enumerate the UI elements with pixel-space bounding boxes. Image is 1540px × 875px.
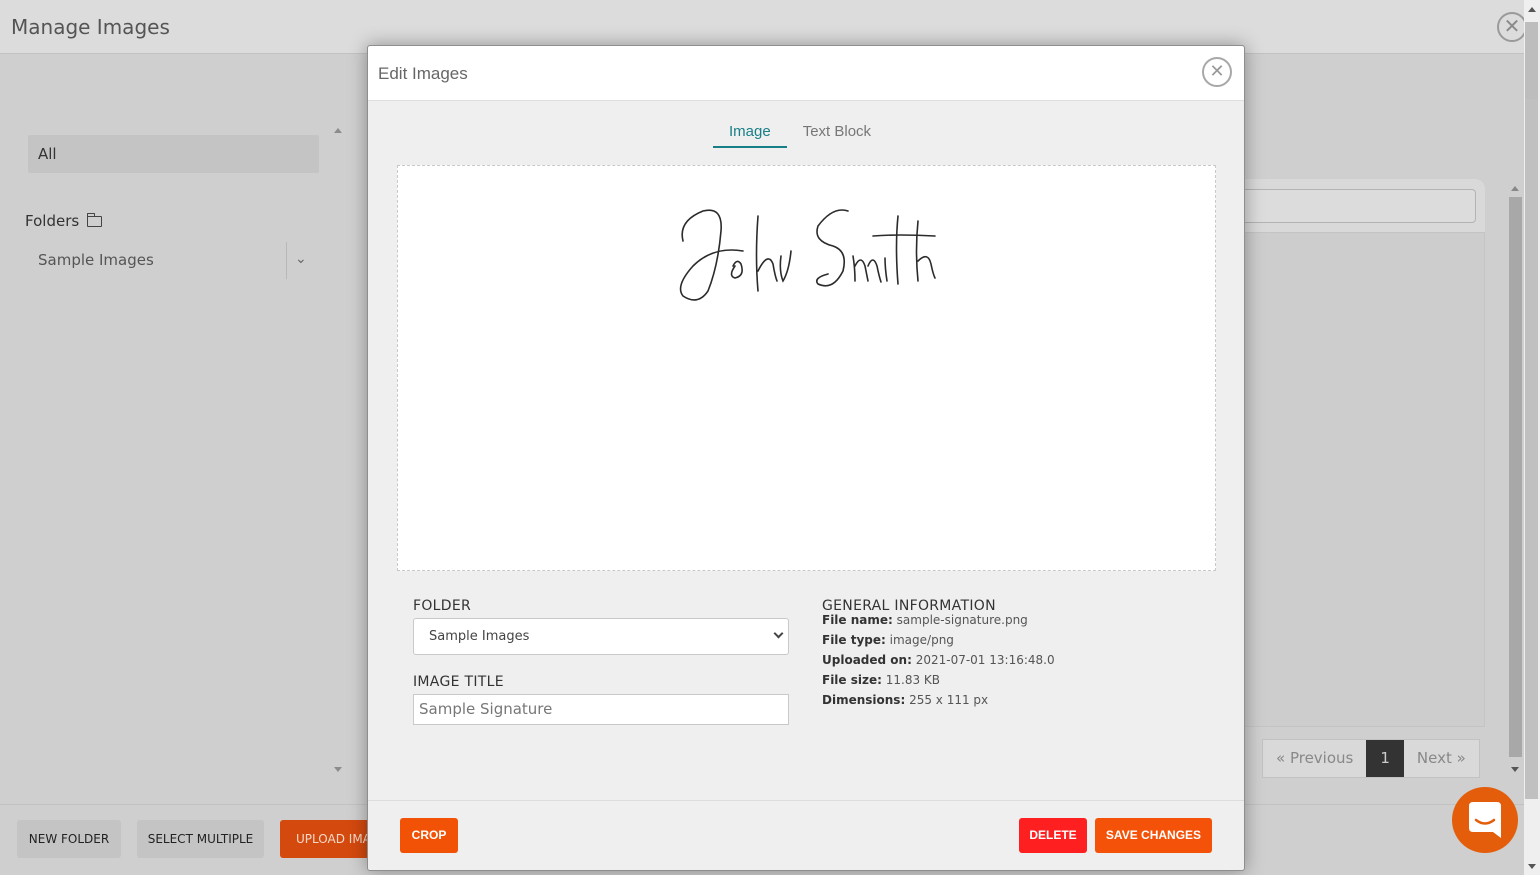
- close-icon: ✕: [1209, 61, 1225, 82]
- info-file-type: File type: image/png: [822, 633, 954, 647]
- pagination: « Previous 1 Next »: [1262, 739, 1480, 778]
- modal-tabs: Image Text Block: [713, 123, 887, 148]
- divider: [286, 242, 287, 279]
- divider: [1230, 726, 1485, 727]
- tab-image[interactable]: Image: [713, 123, 787, 148]
- sidebar-item-all[interactable]: All: [28, 135, 319, 173]
- scroll-track[interactable]: [1525, 99, 1538, 799]
- select-multiple-button[interactable]: SELECT MULTIPLE: [137, 820, 264, 858]
- pagination-page[interactable]: 1: [1366, 740, 1404, 777]
- scroll-up-arrow[interactable]: [1528, 7, 1536, 12]
- tab-text-block[interactable]: Text Block: [787, 123, 887, 148]
- image-title-input[interactable]: Sample Signature: [413, 694, 789, 725]
- scroll-thumb[interactable]: [1525, 22, 1538, 99]
- folder-icon: [86, 212, 103, 227]
- modal-close-button[interactable]: ✕: [1202, 57, 1232, 87]
- info-dimensions: Dimensions: 255 x 111 px: [822, 693, 989, 707]
- folder-label: FOLDER: [413, 598, 472, 614]
- scroll-thumb[interactable]: [1509, 197, 1522, 757]
- info-file-size: File size: 11.83 KB: [822, 673, 941, 687]
- signature-image: [679, 209, 936, 301]
- info-uploaded-on: Uploaded on: 2021-07-01 13:16:48.0: [822, 653, 1055, 667]
- app-title: Manage Images: [11, 15, 170, 39]
- info-file-name: File name: sample-signature.png: [822, 613, 1028, 627]
- folders-label: Folders: [25, 212, 80, 230]
- crop-button[interactable]: CROP: [400, 818, 458, 853]
- image-grid-panel: [1230, 179, 1485, 727]
- delete-button[interactable]: DELETE: [1019, 818, 1087, 853]
- folder-select[interactable]: Sample Images: [413, 618, 789, 655]
- folders-heading: Folders: [25, 212, 103, 230]
- upload-images-button[interactable]: UPLOAD IMA: [280, 820, 380, 858]
- grid-scrollbar[interactable]: [1509, 181, 1522, 781]
- sidebar-scroll-up[interactable]: [334, 128, 342, 133]
- save-changes-button[interactable]: SAVE CHANGES: [1095, 818, 1212, 853]
- chat-icon: [1469, 802, 1501, 838]
- edit-images-modal: Edit Images ✕ Image Text Block FOLDER Sa…: [367, 45, 1245, 871]
- pagination-next[interactable]: Next »: [1404, 740, 1479, 777]
- image-title-label: IMAGE TITLE: [413, 674, 504, 690]
- chevron-down-icon: [773, 628, 784, 639]
- pagination-previous[interactable]: « Previous: [1263, 740, 1366, 777]
- folder-select-value: Sample Images: [429, 629, 530, 644]
- divider: [1484, 233, 1485, 727]
- general-information: File name: sample-signature.png File typ…: [822, 614, 1055, 714]
- general-information-title: GENERAL INFORMATION: [822, 598, 996, 614]
- search-input[interactable]: [1230, 189, 1476, 223]
- modal-title: Edit Images: [378, 64, 468, 83]
- sidebar-scroll-down[interactable]: [334, 767, 342, 772]
- app-close-button[interactable]: ✕: [1497, 12, 1527, 42]
- new-folder-button[interactable]: NEW FOLDER: [17, 820, 121, 858]
- close-icon: ✕: [1503, 14, 1521, 38]
- sidebar-folder-sample-images[interactable]: Sample Images: [38, 251, 154, 269]
- chevron-down-icon[interactable]: ⌄: [295, 251, 307, 267]
- scroll-down-arrow[interactable]: [1511, 767, 1519, 772]
- scroll-down-arrow[interactable]: [1528, 864, 1536, 869]
- modal-header: Edit Images ✕: [368, 46, 1244, 101]
- page-scrollbar[interactable]: [1524, 0, 1540, 875]
- scroll-up-arrow[interactable]: [1511, 186, 1519, 191]
- chat-launcher-button[interactable]: [1452, 787, 1518, 853]
- image-preview: [397, 165, 1216, 571]
